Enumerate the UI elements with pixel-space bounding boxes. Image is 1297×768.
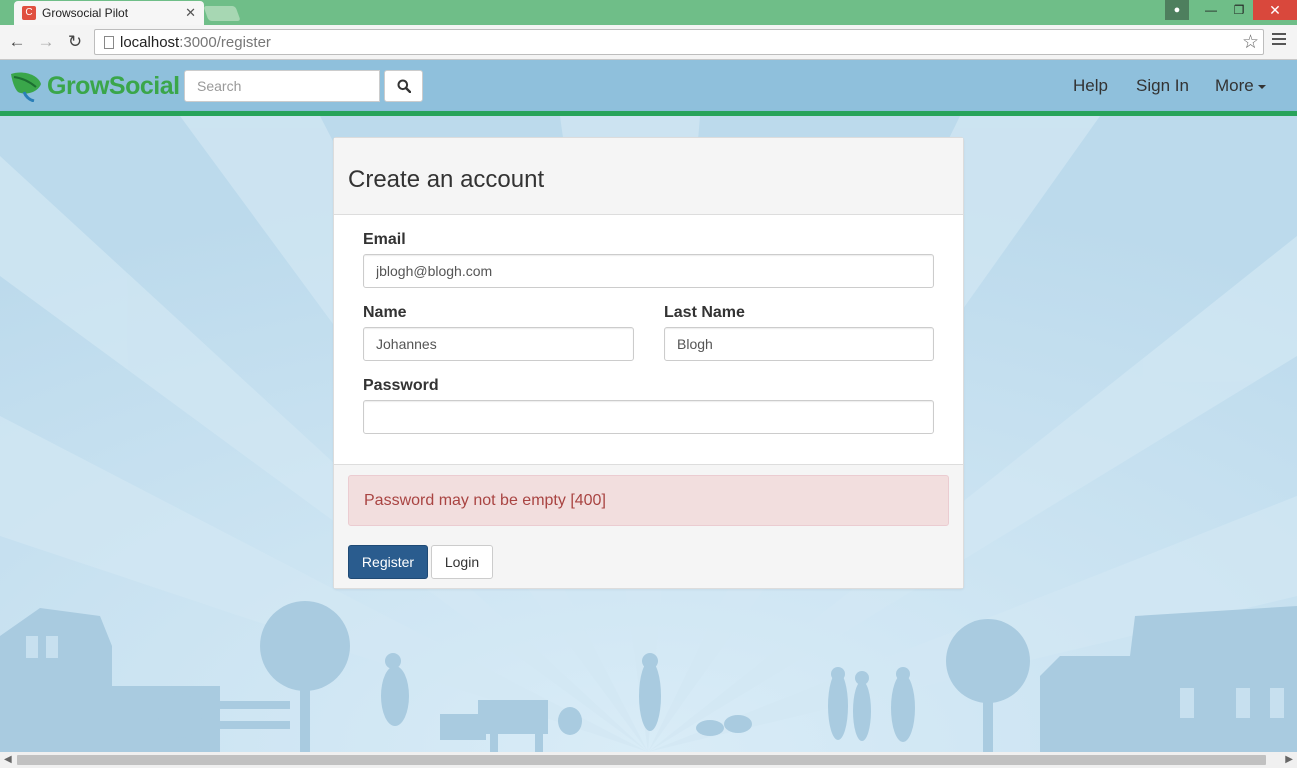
- profile-icon[interactable]: ●: [1165, 0, 1189, 20]
- email-field[interactable]: [363, 254, 934, 288]
- nav-sign-in-link[interactable]: Sign In: [1136, 76, 1189, 96]
- register-button[interactable]: Register: [348, 545, 428, 579]
- search-icon: [397, 79, 411, 93]
- panel-heading: Create an account: [334, 138, 963, 215]
- url-text: localhost:3000/register: [120, 34, 271, 51]
- new-tab-button[interactable]: [203, 6, 241, 21]
- name-label: Name: [363, 304, 407, 321]
- page-icon: [104, 36, 114, 49]
- last-name-label: Last Name: [664, 304, 745, 321]
- login-button[interactable]: Login: [431, 545, 493, 579]
- search-button[interactable]: [384, 70, 423, 102]
- caret-down-icon: [1257, 84, 1266, 89]
- browser-titlebar: C Growsocial Pilot ✕ ● — ❐ ✕: [0, 0, 1297, 25]
- leaf-logo-icon: [8, 70, 44, 103]
- logo-text: GrowSocial: [47, 71, 180, 100]
- back-icon[interactable]: ←: [7, 32, 27, 52]
- growsocial-logo[interactable]: GrowSocial: [8, 70, 180, 103]
- page-title: Create an account: [348, 166, 545, 193]
- nav-help-link[interactable]: Help: [1073, 76, 1108, 96]
- address-bar[interactable]: localhost:3000/register ☆: [94, 29, 1264, 55]
- password-label: Password: [363, 377, 439, 394]
- register-form: Email Name Last Name Password: [334, 215, 963, 465]
- browser-menu-icon[interactable]: [1272, 33, 1286, 48]
- panel-footer: Password may not be empty [400] Register…: [334, 464, 963, 588]
- browser-tab[interactable]: C Growsocial Pilot ✕: [14, 1, 204, 25]
- password-field[interactable]: [363, 400, 934, 434]
- scrollbar-thumb[interactable]: [17, 755, 1266, 765]
- minimize-icon[interactable]: —: [1197, 0, 1225, 20]
- browser-toolbar: ← → ↻ localhost:3000/register ☆: [0, 25, 1297, 60]
- window-close-icon[interactable]: ✕: [1253, 0, 1297, 20]
- name-field[interactable]: [363, 327, 634, 361]
- forward-icon[interactable]: →: [36, 32, 56, 52]
- scroll-left-icon[interactable]: ◀: [4, 754, 12, 765]
- horizontal-scrollbar[interactable]: ◀ ▶: [0, 752, 1297, 768]
- restore-icon[interactable]: ❐: [1225, 0, 1253, 20]
- tab-title: Growsocial Pilot: [42, 6, 129, 20]
- bookmark-star-icon[interactable]: ☆: [1242, 31, 1259, 54]
- window-controls: ● — ❐ ✕: [1165, 0, 1297, 20]
- error-alert: Password may not be empty [400]: [348, 475, 949, 526]
- favicon-icon: C: [22, 6, 36, 20]
- tab-close-icon[interactable]: ✕: [185, 5, 196, 21]
- email-label: Email: [363, 231, 406, 248]
- last-name-field[interactable]: [664, 327, 934, 361]
- more-label: More: [1215, 76, 1254, 95]
- scroll-right-icon[interactable]: ▶: [1285, 754, 1293, 765]
- register-panel: Create an account Email Name Last Name P…: [333, 137, 964, 589]
- reload-icon[interactable]: ↻: [65, 32, 85, 52]
- search-input[interactable]: [184, 70, 380, 102]
- nav-more-dropdown[interactable]: More: [1215, 76, 1266, 96]
